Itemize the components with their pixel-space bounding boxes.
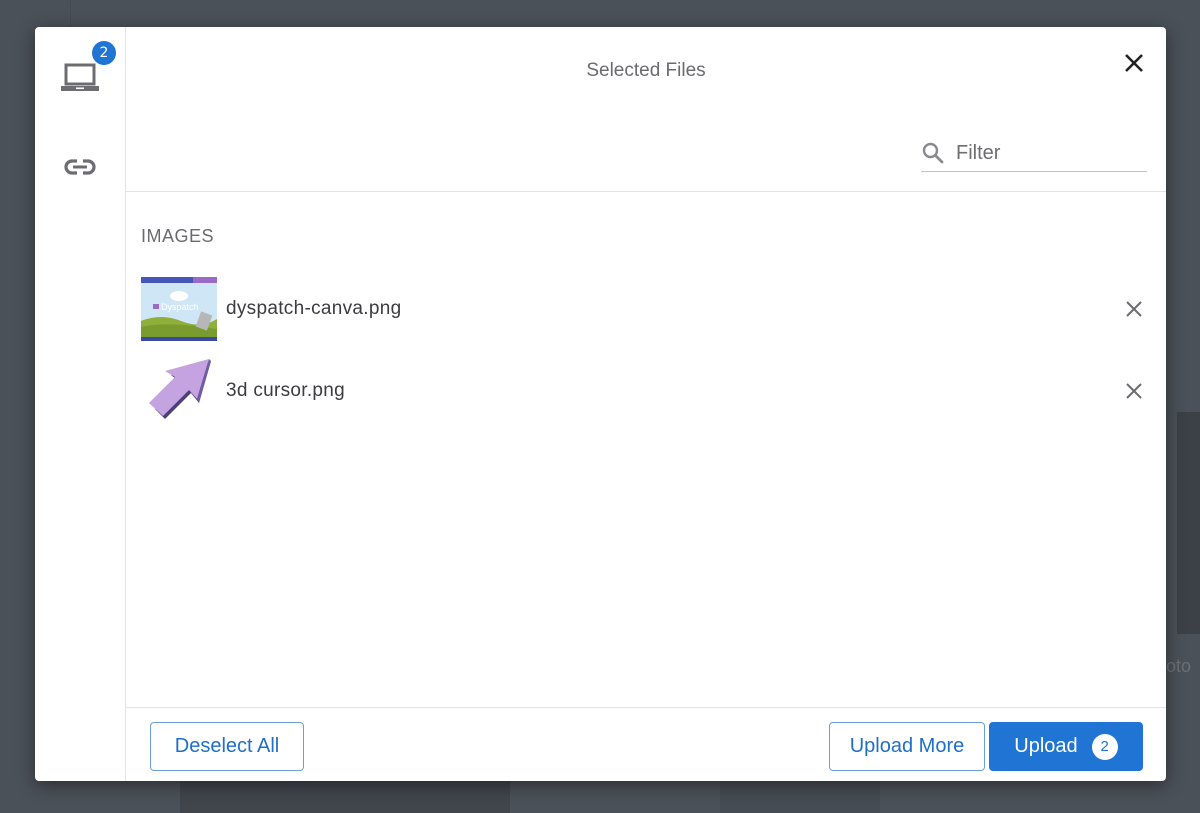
source-sidebar: 2 (35, 27, 126, 781)
svg-text:Dyspatch: Dyspatch (161, 302, 199, 312)
upload-more-button[interactable]: Upload More (829, 722, 985, 771)
filter-input[interactable] (956, 141, 1136, 165)
remove-file-button[interactable] (1124, 381, 1144, 401)
sidebar-item-link[interactable] (35, 157, 125, 187)
main-panel: Selected Files Filter IMAGES Dyspatch dy… (126, 27, 1166, 781)
link-icon (63, 157, 97, 187)
background-image-tile (720, 781, 880, 813)
upload-button-label: Upload (1014, 735, 1078, 757)
sidebar-item-my-device[interactable] (35, 63, 125, 97)
upload-button[interactable]: Upload 2 (989, 722, 1143, 771)
section-label-images: IMAGES (141, 226, 215, 246)
upload-count-badge: 2 (1091, 733, 1118, 760)
file-item: Dyspatch dyspatch-canva.png (141, 277, 1151, 341)
background-image-tile (1177, 412, 1200, 634)
background-caption: oto (1166, 656, 1192, 676)
selected-count-badge: 2 (92, 41, 116, 65)
deselect-all-button[interactable]: Deselect All (150, 722, 304, 771)
background-divider (70, 0, 71, 27)
background-image-tile (180, 781, 510, 813)
file-picker-dialog: 2 Selected Files Filter IMAGES Dyspatch … (35, 27, 1166, 781)
file-thumbnail (141, 359, 217, 423)
file-list: IMAGES Dyspatch dyspatch-canva.png 3d cu… (126, 193, 1166, 707)
file-name: dyspatch-canva.png (226, 298, 402, 319)
dialog-footer: Deselect All Upload More Upload 2 (126, 707, 1166, 781)
file-thumbnail: Dyspatch (141, 277, 217, 341)
search-icon (922, 142, 944, 164)
dialog-title: Selected Files (586, 60, 706, 81)
remove-file-button[interactable] (1124, 299, 1144, 319)
laptop-icon (61, 63, 99, 97)
close-icon (1124, 301, 1144, 323)
dialog-header: Selected Files (126, 27, 1166, 192)
close-button[interactable] (1122, 51, 1146, 75)
file-name: 3d cursor.png (226, 380, 346, 401)
file-item: 3d cursor.png (141, 359, 1151, 423)
close-icon (1124, 383, 1144, 405)
close-icon (1122, 54, 1146, 79)
filter-field (921, 135, 1147, 172)
